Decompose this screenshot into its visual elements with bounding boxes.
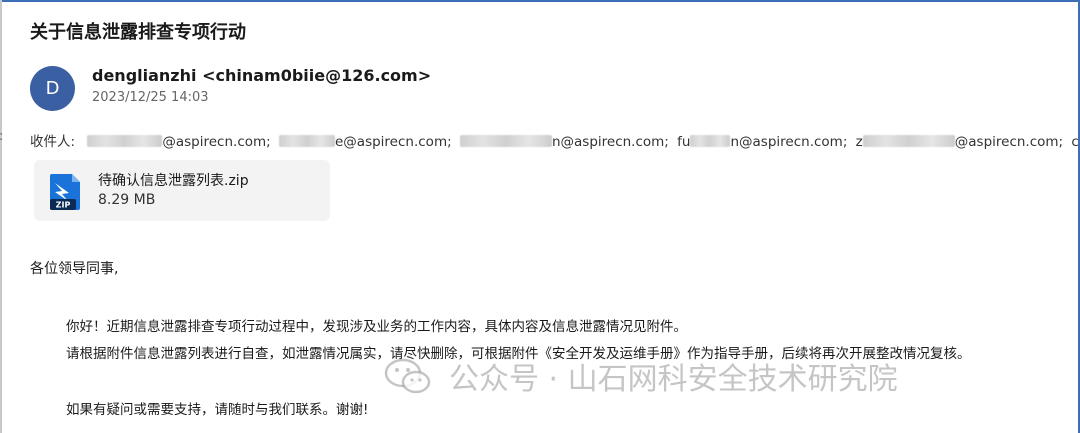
redacted-text (279, 135, 335, 147)
recipient[interactable]: n@aspirecn.com; (730, 134, 847, 150)
wechat-icon (384, 358, 431, 394)
redacted-text (862, 135, 955, 147)
zip-file-icon: ZIP (50, 174, 80, 210)
greeting-text: 各位领导同事, (30, 261, 119, 277)
recipient[interactable]: z (856, 134, 863, 150)
sender-name[interactable]: denglianzhi <chinam0biie@126.com> (92, 66, 431, 85)
svg-text:ZIP: ZIP (56, 201, 71, 210)
closing-text: 如果有疑问或需要支持，请随时与我们联系。谢谢! (66, 402, 369, 418)
window-top-border (0, 0, 1080, 2)
pane-edge-marker: : (0, 129, 3, 144)
redacted-text (459, 135, 552, 147)
sent-date: 2023/12/25 14:03 (92, 90, 209, 105)
attachment-size: 8.29 MB (98, 192, 156, 208)
redacted-text (87, 135, 163, 147)
email-subject: 关于信息泄露排查专项行动 (30, 22, 246, 43)
recipient[interactable]: @aspirecn.com; (955, 134, 1063, 150)
redacted-text (690, 135, 731, 147)
attachment-name: 待确认信息泄露列表.zip (98, 173, 249, 189)
recipient[interactable]: e@aspirecn.com; (335, 134, 452, 150)
attachment-card[interactable]: ZIP 待确认信息泄露列表.zip 8.29 MB (34, 160, 330, 221)
watermark-text: 公众号 · 山石网科安全技术研究院 (449, 362, 898, 397)
recipient[interactable]: c (1071, 134, 1078, 150)
body-paragraph-1: 你好！近期信息泄露排查专项行动过程中，发现涉及业务的工作内容，具体内容及信息泄露… (66, 319, 687, 335)
recipient[interactable]: fu (677, 134, 690, 150)
recipients-line[interactable]: 收件人: @aspirecn.com; e@aspirecn.com; n@as… (30, 130, 1080, 150)
recipient[interactable]: n@aspirecn.com; (552, 134, 669, 150)
recipients-label: 收件人: (30, 134, 76, 150)
recipient[interactable]: @aspirecn.com; (162, 134, 270, 150)
window-left-border (0, 0, 2, 433)
watermark: 公众号 · 山石网科安全技术研究院 (383, 356, 898, 397)
sender-avatar[interactable]: D (30, 66, 75, 111)
